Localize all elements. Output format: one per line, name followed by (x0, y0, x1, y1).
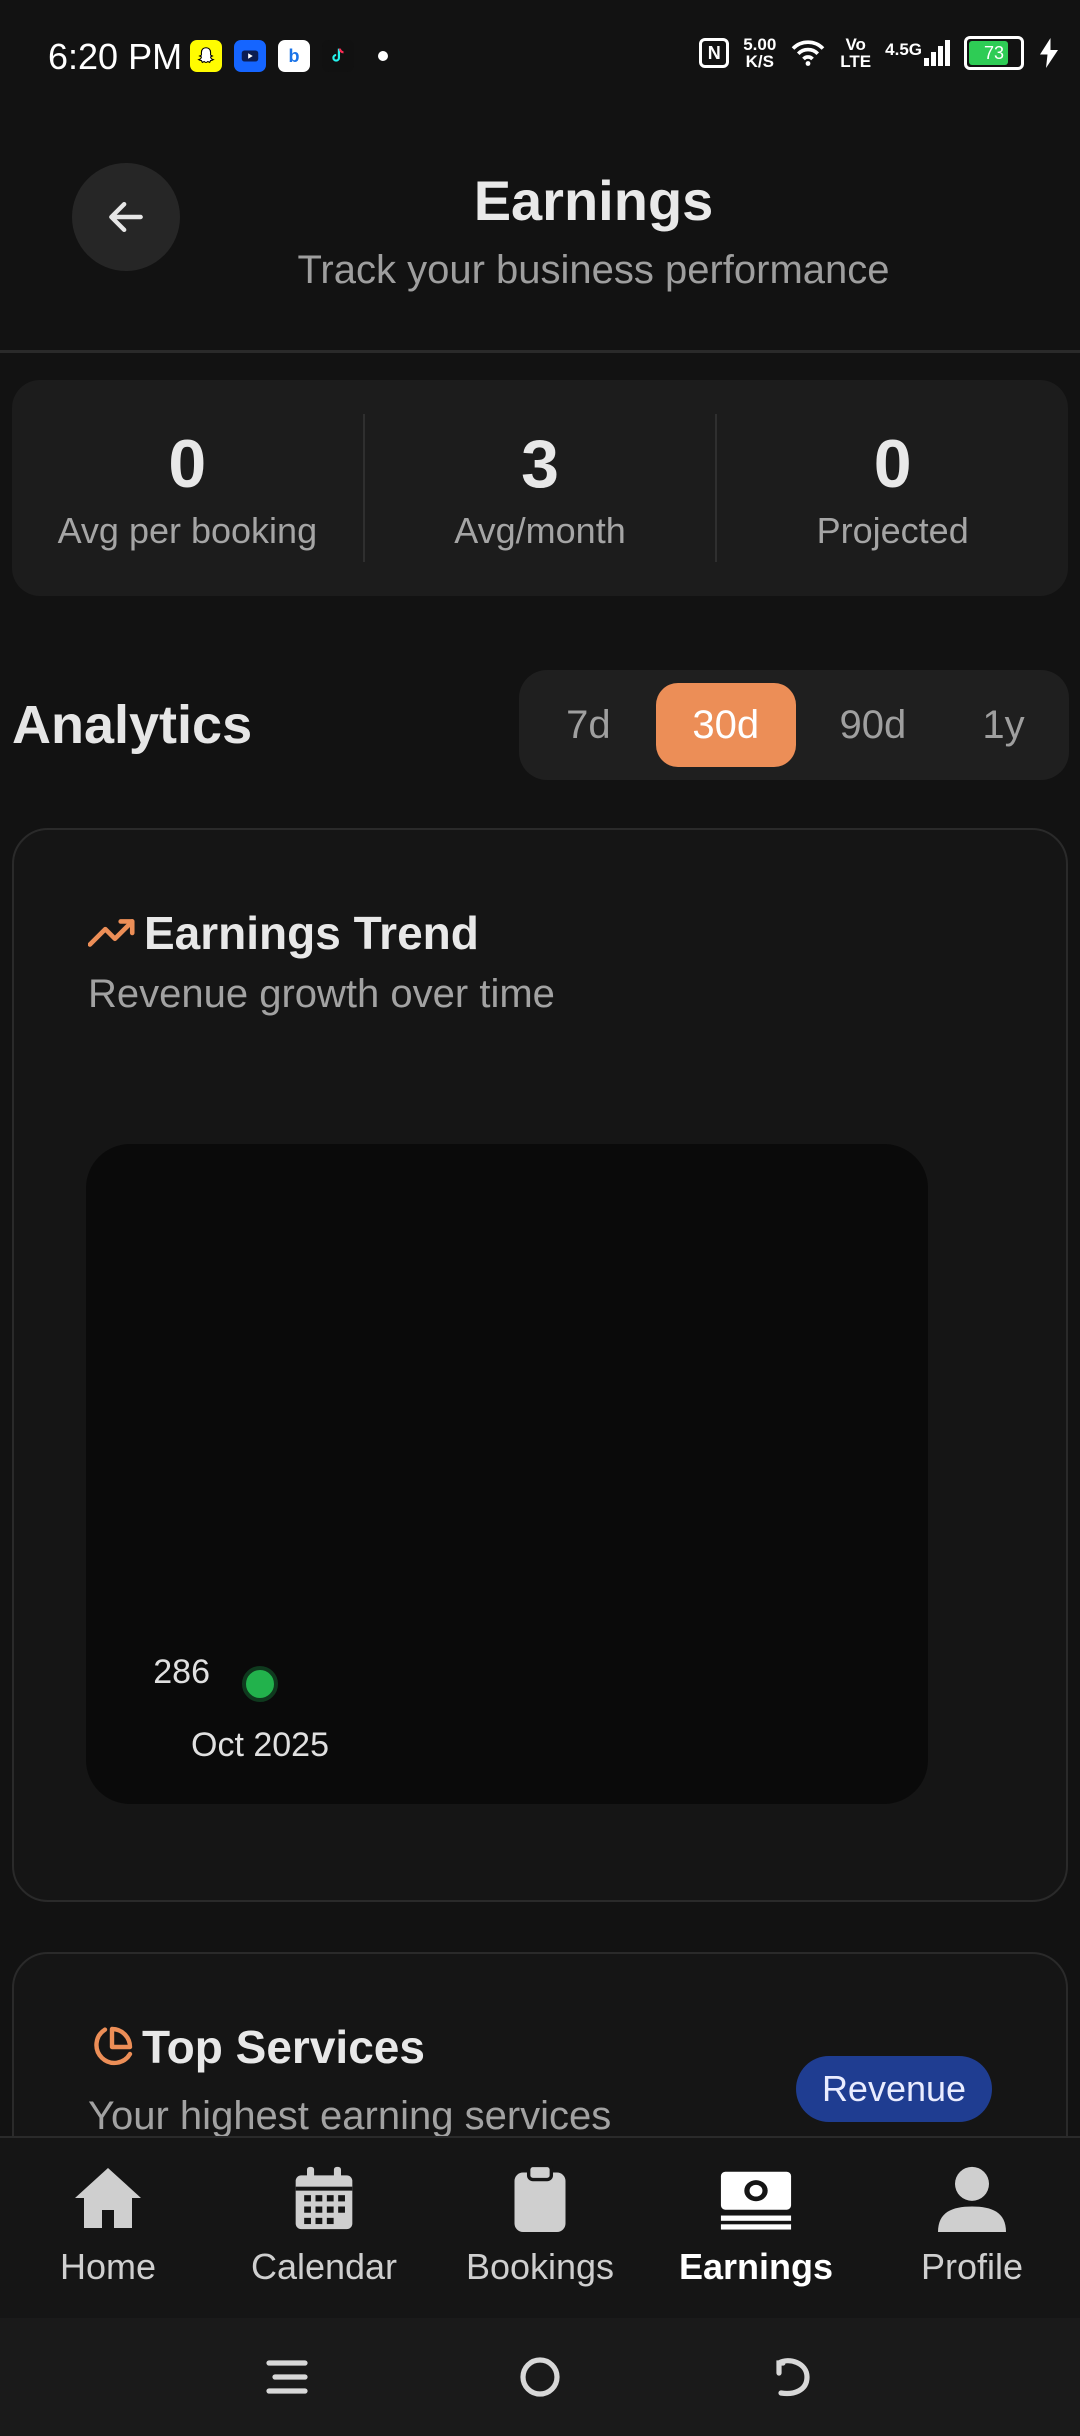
page-subtitle: Track your business performance (297, 248, 890, 292)
stat-label: Projected (816, 510, 969, 551)
snapchat-icon (190, 40, 222, 72)
card-subtitle: Revenue growth over time (88, 972, 555, 1016)
card-subtitle: Your highest earning services (88, 2094, 612, 2138)
home-circle-icon[interactable] (518, 2355, 562, 2399)
nav-label: Bookings (465, 2246, 615, 2287)
network-type: 4.5G (885, 40, 922, 59)
time-range-selector: 7d 30d 90d 1y (519, 670, 1069, 780)
system-status: N 5.00 K/S Vo LTE 4.5G 73 (699, 36, 1060, 70)
range-30d-button[interactable]: 30d (655, 683, 796, 767)
tiktok-icon (322, 40, 354, 72)
bottom-navigation: Home Calendar Bookings Earnings Profile (0, 2136, 1080, 2318)
stat-projected: 0 Projected (717, 380, 1068, 596)
card-title-row: Earnings Trend (88, 906, 479, 960)
stat-label: Avg/month (454, 510, 626, 551)
x-tick-label: Oct 2025 (191, 1726, 329, 1764)
charging-icon (1040, 38, 1058, 68)
page-title: Earnings (473, 169, 714, 232)
clipboard-icon (514, 2164, 566, 2232)
chart-canvas: 286 Oct 2025 (153, 1653, 329, 1764)
card-title: Earnings Trend (144, 907, 479, 959)
nav-label: Profile (920, 2246, 1024, 2287)
home-icon (75, 2168, 141, 2228)
pie-chart-icon (94, 2026, 133, 2066)
range-7d-button[interactable]: 7d (531, 683, 646, 767)
bing-icon: b (278, 40, 310, 72)
data-point[interactable] (242, 1666, 278, 1702)
person-icon (938, 2166, 1006, 2232)
network-speed-unit: K/S (745, 52, 774, 71)
data-label: 286 (153, 1653, 210, 1691)
wifi-icon (791, 40, 825, 66)
stat-value: 0 (873, 426, 912, 502)
nav-label: Calendar (250, 2246, 398, 2287)
stats-summary-card: 0 Avg per booking 3 Avg/month 0 Projecte… (12, 380, 1068, 596)
volte-indicator: Vo LTE (840, 35, 872, 71)
trending-up-icon (88, 919, 135, 947)
analytics-heading: Analytics (12, 695, 253, 755)
cell-signal-icon: 4.5G (885, 40, 950, 66)
range-1y-button[interactable]: 1y (950, 683, 1057, 767)
stat-value: 0 (168, 426, 207, 502)
stat-avg-month: 3 Avg/month (365, 380, 716, 596)
revenue-filter-badge[interactable]: Revenue (796, 2056, 992, 2122)
youtube-studio-icon (234, 40, 266, 72)
earnings-trend-chart: 286 Oct 2025 (86, 1144, 928, 1804)
nav-calendar[interactable]: Calendar (216, 2138, 432, 2318)
calendar-icon (295, 2166, 353, 2230)
network-speed: 5.00 K/S (743, 36, 776, 70)
nav-bookings[interactable]: Bookings (432, 2138, 648, 2318)
more-notifications-dot (378, 51, 388, 61)
card-title: Top Services (142, 2021, 425, 2073)
nav-home[interactable]: Home (0, 2138, 216, 2318)
status-time: 6:20 PM (48, 36, 183, 77)
back-arrow-icon[interactable] (771, 2355, 815, 2399)
battery-icon: 73 (964, 36, 1024, 70)
status-bar: 6:20 PM b N 5.00 K/S Vo LTE 4.5G 73 (0, 0, 1080, 110)
notification-icons: b (190, 40, 388, 72)
nav-earnings[interactable]: Earnings (648, 2138, 864, 2318)
system-navigation-bar (0, 2318, 1080, 2436)
nfc-icon: N (699, 38, 730, 68)
money-icon (720, 2171, 792, 2230)
nav-label: Earnings (678, 2246, 834, 2287)
battery-level: 73 (983, 42, 1005, 63)
nav-profile[interactable]: Profile (864, 2138, 1080, 2318)
card-title-row: Top Services (88, 2020, 425, 2074)
stat-label: Avg per booking (57, 510, 318, 551)
network-speed-value: 5.00 (743, 35, 777, 54)
nav-label: Home (59, 2246, 157, 2287)
header-divider (0, 350, 1080, 353)
stat-avg-per-booking: 0 Avg per booking (12, 380, 363, 596)
range-90d-button[interactable]: 90d (806, 683, 940, 767)
menu-icon[interactable] (265, 2357, 309, 2397)
stat-value: 3 (521, 426, 559, 502)
